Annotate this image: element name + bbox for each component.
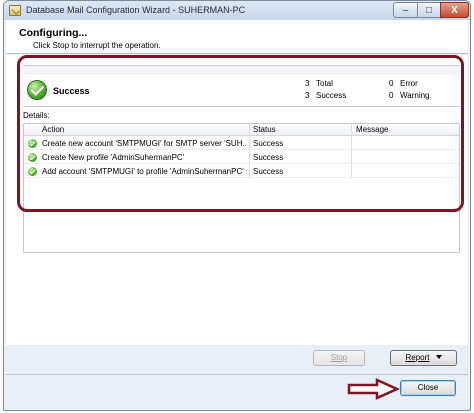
details-label: Details: [23,111,50,120]
row-status: Success [253,167,284,176]
table-row[interactable]: Add account 'SMTPMUGI' to profile 'Admin… [24,165,459,178]
progress-strip [23,65,460,75]
error-count: 0 [389,79,394,88]
content-area: Success 3 Total 3 Success 0 Error 0 Warn… [6,55,468,366]
chevron-down-icon [435,355,442,359]
close-button[interactable]: Close [400,380,456,396]
stop-button-label: Stop [330,353,348,362]
summary-divider [23,106,460,107]
table-row[interactable]: Create New profile 'AdminSuhermanPC' Suc… [24,151,459,164]
app-icon [9,5,21,16]
window-title: Database Mail Configuration Wizard - SUH… [26,5,246,15]
column-header-message[interactable]: Message [356,125,388,134]
column-header-action[interactable]: Action [42,125,64,134]
maximize-button[interactable]: □ [417,2,441,18]
summary-panel: Success 3 Total 3 Success 0 Error 0 Warn… [23,78,460,107]
row-action: Create new account 'SMTPMUGI' for SMTP s… [42,139,247,148]
warning-count: 0 [389,91,394,100]
column-header-status[interactable]: Status [253,125,276,134]
window-close-button[interactable]: X [440,2,469,18]
minimize-button[interactable]: – [393,2,418,18]
error-label: Error [400,79,418,88]
report-button-label: Report [405,353,430,362]
annotation-arrow-icon [347,378,401,400]
total-label: Total [316,79,333,88]
success-count: 3 [305,91,310,100]
success-label: Success [316,91,347,100]
wizard-window: Database Mail Configuration Wizard - SUH… [3,0,471,411]
wizard-header: Configuring... Click Stop to interrupt t… [6,20,468,54]
row-action: Add account 'SMTPMUGI' to profile 'Admin… [42,167,247,176]
success-check-icon [28,153,37,162]
success-check-icon [27,80,47,100]
summary-status: Success [53,86,90,96]
page-subtitle: Click Stop to interrupt the operation. [33,41,161,50]
row-status: Success [253,153,284,162]
success-check-icon [28,167,37,176]
report-button[interactable]: Report [390,350,457,366]
stop-button[interactable]: Stop [313,350,365,366]
grid-header: Action Status Message [24,124,459,136]
table-row[interactable]: Create new account 'SMTPMUGI' for SMTP s… [24,137,459,150]
warning-label: Warning [400,91,430,100]
row-action: Create New profile 'AdminSuhermanPC' [42,153,185,162]
total-count: 3 [305,79,310,88]
title-bar[interactable]: Database Mail Configuration Wizard - SUH… [4,1,470,20]
page-title: Configuring... [19,27,88,39]
details-grid[interactable]: Action Status Message Create new account… [23,123,460,253]
close-button-label: Close [417,383,439,392]
row-status: Success [253,139,284,148]
success-check-icon [28,139,37,148]
